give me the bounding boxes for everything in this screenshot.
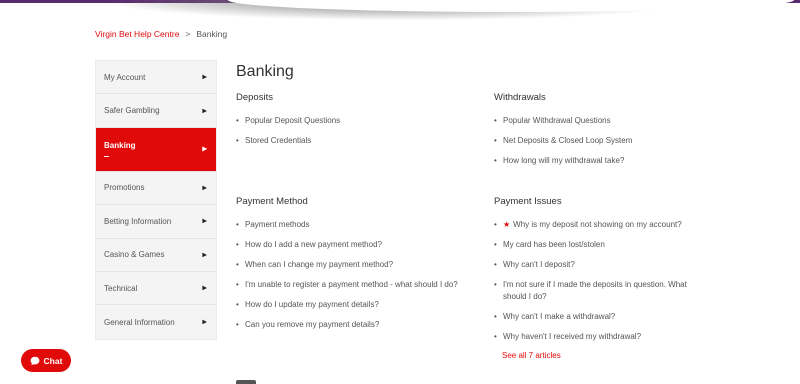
- article-link[interactable]: • Why can't I deposit?: [494, 259, 694, 271]
- chevron-right-icon: ▶: [202, 285, 207, 292]
- sidebar-item-general-information[interactable]: General Information ▶: [96, 305, 216, 338]
- article-link[interactable]: • I'm not sure if I made the deposits in …: [494, 279, 694, 303]
- breadcrumb-current: Banking: [196, 29, 228, 39]
- sidebar-item-promotions[interactable]: Promotions ▶: [96, 172, 216, 206]
- breadcrumb-separator: >: [185, 29, 191, 39]
- article-link[interactable]: • How do I update my payment details?: [236, 299, 476, 311]
- page-title: Banking: [236, 63, 294, 80]
- section-withdrawals: Withdrawals • Popular Withdrawal Question…: [494, 92, 734, 175]
- breadcrumb-home-link[interactable]: Virgin Bet Help Centre: [95, 29, 179, 39]
- article-link[interactable]: • Net Deposits & Closed Loop System: [494, 135, 734, 147]
- active-indicator: [104, 156, 109, 158]
- star-icon: ★: [503, 220, 511, 229]
- article-link[interactable]: • Why can't I make a withdrawal?: [494, 311, 694, 323]
- article-link[interactable]: • When can I change my payment method?: [236, 259, 476, 271]
- header-shadow: [108, 0, 794, 20]
- chevron-right-icon: ▶: [202, 252, 207, 259]
- chevron-right-icon: ▶: [202, 108, 207, 115]
- article-link[interactable]: • I'm unable to register a payment method…: [236, 279, 476, 291]
- sidebar-item-my-account[interactable]: My Account ▶: [96, 61, 216, 95]
- chevron-right-icon: ▶: [202, 146, 207, 153]
- sidebar-item-safer-gambling[interactable]: Safer Gambling ▶: [96, 94, 216, 128]
- section-title: Payment Method: [236, 196, 308, 207]
- sidebar-item-betting-information[interactable]: Betting Information ▶: [96, 205, 216, 239]
- chevron-right-icon: ▶: [202, 218, 207, 225]
- section-title: Payment Issues: [494, 196, 562, 207]
- next-section-heading-cutoff: [236, 380, 256, 384]
- sidebar-item-technical[interactable]: Technical ▶: [96, 272, 216, 306]
- chat-bubble-icon: [30, 356, 39, 365]
- sidebar-item-label: Betting Information: [104, 216, 172, 226]
- section-deposits: Deposits • Popular Deposit Questions • Sto…: [236, 92, 476, 155]
- article-link[interactable]: • How do I add a new payment method?: [236, 239, 476, 251]
- article-link[interactable]: • How long will my withdrawal take?: [494, 155, 734, 167]
- chevron-right-icon: ▶: [202, 319, 207, 326]
- sidebar-item-casino-games[interactable]: Casino & Games ▶: [96, 239, 216, 272]
- sidebar-item-label: Technical: [104, 283, 138, 293]
- sidebar-item-label: Casino & Games: [104, 250, 165, 260]
- sidebar-item-label: General Information: [104, 317, 175, 327]
- chevron-right-icon: ▶: [202, 74, 207, 81]
- article-link[interactable]: • Stored Credentials: [236, 135, 476, 147]
- article-link[interactable]: • Popular Withdrawal Questions: [494, 115, 734, 127]
- breadcrumb: Virgin Bet Help Centre > Banking: [95, 29, 227, 39]
- sidebar-item-banking[interactable]: Banking ▶: [96, 127, 216, 172]
- chat-label: Chat: [43, 355, 63, 366]
- sidebar-item-label: Safer Gambling: [104, 106, 160, 116]
- section-title: Withdrawals: [494, 92, 546, 103]
- article-link[interactable]: • Popular Deposit Questions: [236, 115, 476, 127]
- article-link[interactable]: • Why haven't I received my withdrawal?: [494, 331, 694, 343]
- chat-button[interactable]: Chat: [21, 349, 71, 372]
- sidebar: My Account ▶ Safer Gambling ▶ Banking ▶ …: [95, 60, 217, 340]
- article-link[interactable]: • Payment methods: [236, 219, 476, 231]
- sidebar-item-label: Promotions: [104, 183, 145, 193]
- sidebar-item-label: Banking: [104, 141, 136, 151]
- article-link-featured[interactable]: • ★ Why is my deposit not showing on my ac…: [494, 219, 694, 231]
- article-link[interactable]: • Can you remove my payment details?: [236, 319, 476, 331]
- article-link[interactable]: • My card has been lost/stolen: [494, 239, 694, 251]
- section-payment-issues: Payment Issues • ★ Why is my deposit not s…: [494, 196, 694, 360]
- section-payment-method: Payment Method • Payment methods • How do …: [236, 196, 476, 339]
- sidebar-item-label: My Account: [104, 72, 146, 82]
- see-all-articles-link[interactable]: See all 7 articles: [502, 351, 694, 360]
- chevron-right-icon: ▶: [202, 185, 207, 192]
- section-title: Deposits: [236, 92, 273, 103]
